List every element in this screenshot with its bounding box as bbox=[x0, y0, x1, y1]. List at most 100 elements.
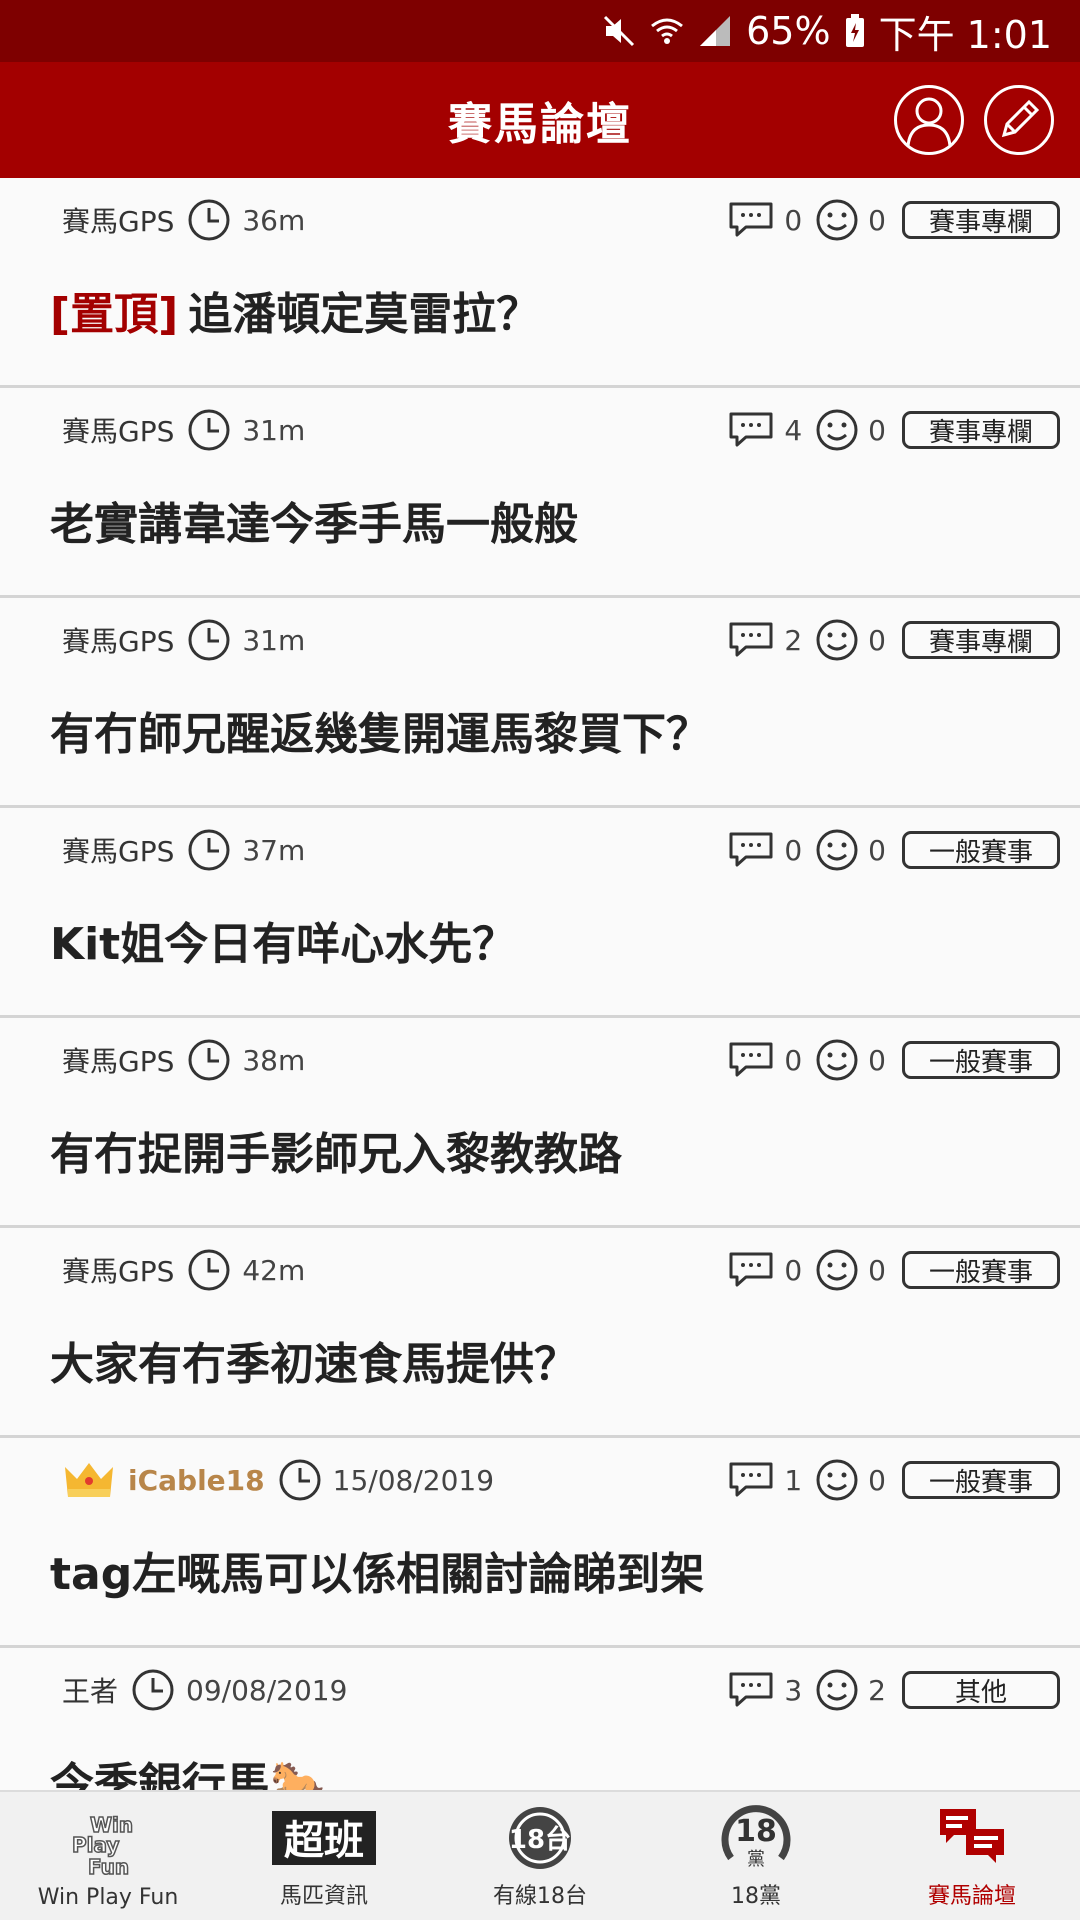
post-stats: 2 0 賽事專欄 bbox=[728, 618, 1060, 662]
compose-button[interactable] bbox=[984, 85, 1054, 155]
post-stats: 0 0 一般賽事 bbox=[728, 1248, 1060, 1292]
category-tag[interactable]: 一般賽事 bbox=[902, 1041, 1060, 1079]
like-count: 0 bbox=[868, 1463, 886, 1497]
post-time: 42m bbox=[242, 1253, 306, 1287]
post-stats: 4 0 賽事專欄 bbox=[728, 408, 1060, 452]
like-count: 0 bbox=[868, 413, 886, 447]
nav-item-cable18[interactable]: 18台 有線18台 bbox=[432, 1792, 648, 1920]
category-tag[interactable]: 一般賽事 bbox=[902, 1461, 1060, 1499]
category-tag[interactable]: 賽事專欄 bbox=[902, 201, 1060, 239]
user-icon bbox=[906, 97, 952, 146]
post-item[interactable]: 賽馬GPS 37m 0 0 一般賽事 Kit姐今日有咩心水先？ bbox=[0, 808, 1080, 1018]
nav-item-horse-info[interactable]: 超班 馬匹資訊 bbox=[216, 1792, 432, 1920]
clock-icon bbox=[188, 409, 230, 451]
like-count: 0 bbox=[868, 623, 886, 657]
post-item[interactable]: 賽馬GPS 31m 2 0 賽事專欄 有冇師兄醒返幾隻開運馬黎買下？ bbox=[0, 598, 1080, 808]
pinned-label: [置頂] bbox=[50, 289, 179, 340]
pencil-icon bbox=[1001, 99, 1040, 138]
super-class-icon: 超班 bbox=[271, 1802, 377, 1874]
post-meta: 賽馬GPS 37m bbox=[62, 828, 305, 872]
post-time: 15/08/2019 bbox=[332, 1463, 495, 1497]
like-count: 2 bbox=[868, 1673, 886, 1707]
profile-button[interactable] bbox=[894, 85, 964, 155]
post-meta: 賽馬GPS 42m bbox=[62, 1248, 305, 1292]
post-item[interactable]: 王者 09/08/2019 3 2 其他 今季銀行馬🐎 bbox=[0, 1648, 1080, 1790]
nav-item-win-play-fun[interactable]: Win Play Fun Win Play Fun bbox=[0, 1792, 216, 1920]
super-class-icon-text: 超班 bbox=[284, 1818, 364, 1864]
post-stats: 0 0 賽事專欄 bbox=[728, 198, 1060, 242]
post-item[interactable]: 賽馬GPS 36m 0 0 賽事專欄 [置頂] 追潘頓定莫雷拉？ bbox=[0, 178, 1080, 388]
post-time: 09/08/2019 bbox=[186, 1673, 348, 1707]
post-time: 31m bbox=[242, 623, 306, 657]
post-title: Kit姐今日有咩心水先？ bbox=[50, 919, 517, 970]
nav-item-18-party[interactable]: 18 黨 18黨 bbox=[648, 1792, 864, 1920]
clock-icon bbox=[188, 1249, 230, 1291]
category-tag[interactable]: 其他 bbox=[902, 1671, 1060, 1709]
author-name: iCable18 bbox=[128, 1463, 265, 1497]
clock-icon bbox=[279, 1459, 321, 1501]
post-title: 有冇捉開手影師兄入黎教教路 bbox=[50, 1129, 622, 1180]
nav-label: 18黨 bbox=[731, 1884, 781, 1909]
post-meta: 賽馬GPS 31m bbox=[62, 408, 305, 452]
post-stats: 0 0 一般賽事 bbox=[728, 828, 1060, 872]
like-count: 0 bbox=[868, 203, 886, 237]
smiley-icon bbox=[816, 1459, 858, 1501]
post-stats: 0 0 一般賽事 bbox=[728, 1038, 1060, 1082]
nav-label: 有線18台 bbox=[493, 1884, 587, 1909]
author-name: 賽馬GPS bbox=[62, 835, 175, 868]
post-item[interactable]: iCable18 15/08/2019 1 0 一般賽事 tag左嘅馬可以係相關… bbox=[0, 1438, 1080, 1648]
smiley-icon bbox=[816, 1249, 858, 1291]
smiley-icon bbox=[816, 1039, 858, 1081]
author-name: 王者 bbox=[62, 1675, 119, 1708]
nav-label: Win Play Fun bbox=[37, 1885, 179, 1910]
author-name: 賽馬GPS bbox=[62, 205, 175, 238]
like-count: 0 bbox=[868, 1253, 886, 1287]
signal-icon bbox=[698, 14, 732, 48]
smiley-icon bbox=[816, 409, 858, 451]
post-item[interactable]: 賽馬GPS 42m 0 0 一般賽事 大家有冇季初速食馬提供？ bbox=[0, 1228, 1080, 1438]
forum-icon bbox=[936, 1802, 1008, 1874]
like-count: 0 bbox=[868, 833, 886, 867]
clock-icon bbox=[132, 1669, 174, 1711]
smiley-icon bbox=[816, 619, 858, 661]
svg-text:Fun: Fun bbox=[88, 1855, 129, 1879]
comment-icon bbox=[728, 411, 774, 449]
category-tag[interactable]: 賽事專欄 bbox=[902, 621, 1060, 659]
comment-count: 4 bbox=[784, 413, 803, 447]
post-meta: 賽馬GPS 31m bbox=[62, 618, 305, 662]
svg-text:Play: Play bbox=[72, 1833, 119, 1857]
author-name: 賽馬GPS bbox=[62, 415, 175, 448]
nav-label: 賽馬論壇 bbox=[927, 1884, 1016, 1909]
post-title: tag左嘅馬可以係相關討論睇到架 bbox=[50, 1549, 705, 1600]
clock-icon bbox=[188, 1039, 230, 1081]
comment-icon bbox=[728, 831, 774, 869]
post-title: 老實講韋達今季手馬一般般 bbox=[50, 499, 578, 550]
comment-icon bbox=[728, 1671, 774, 1709]
comment-count: 0 bbox=[784, 833, 803, 867]
wifi-icon bbox=[650, 14, 684, 48]
win-play-fun-icon: Win Play Fun bbox=[68, 1809, 148, 1881]
category-tag[interactable]: 一般賽事 bbox=[902, 831, 1060, 869]
post-item[interactable]: 賽馬GPS 38m 0 0 一般賽事 有冇捉開手影師兄入黎教教路 bbox=[0, 1018, 1080, 1228]
post-stats: 3 2 其他 bbox=[728, 1668, 1060, 1712]
comment-icon bbox=[728, 201, 774, 239]
clock-icon bbox=[188, 619, 230, 661]
status-bar: 65% 下午 1:01 bbox=[0, 0, 1080, 62]
battery-percent: 65% bbox=[746, 9, 831, 53]
post-time: 31m bbox=[242, 413, 306, 447]
post-list[interactable]: 賽馬GPS 36m 0 0 賽事專欄 [置頂] 追潘頓定莫雷拉？ 賽馬GPS 31… bbox=[0, 178, 1080, 1790]
nav-item-forum[interactable]: 賽馬論壇 bbox=[864, 1792, 1080, 1920]
category-tag[interactable]: 一般賽事 bbox=[902, 1251, 1060, 1289]
comment-icon bbox=[728, 1251, 774, 1289]
smiley-icon bbox=[816, 1669, 858, 1711]
post-title: 大家有冇季初速食馬提供？ bbox=[50, 1339, 578, 1390]
category-tag[interactable]: 賽事專欄 bbox=[902, 411, 1060, 449]
cable18-icon: 18台 bbox=[505, 1802, 575, 1874]
comment-count: 0 bbox=[784, 1043, 803, 1077]
mute-icon bbox=[602, 14, 636, 48]
party18-icon-char: 黨 bbox=[747, 1849, 765, 1870]
comment-icon bbox=[728, 621, 774, 659]
post-item[interactable]: 賽馬GPS 31m 4 0 賽事專欄 老實講韋達今季手馬一般般 bbox=[0, 388, 1080, 598]
post-title: [置頂] 追潘頓定莫雷拉？ bbox=[50, 278, 1050, 342]
cable18-icon-text: 18台 bbox=[509, 1824, 571, 1855]
